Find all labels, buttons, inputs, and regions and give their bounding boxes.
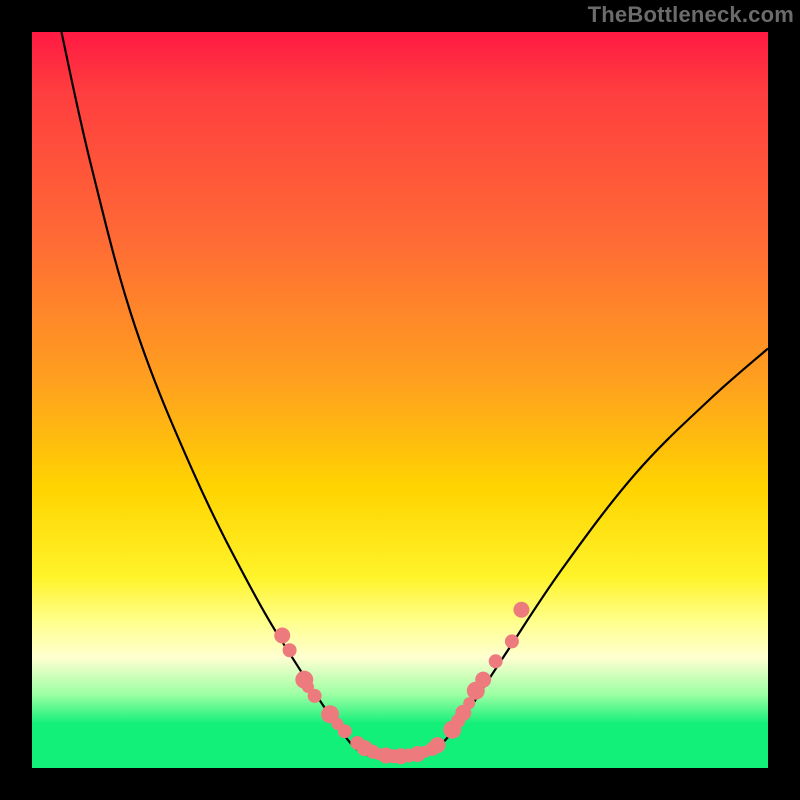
data-point — [274, 628, 290, 644]
chart-frame: TheBottleneck.com — [0, 0, 800, 800]
watermark-text: TheBottleneck.com — [588, 2, 794, 28]
data-point — [308, 689, 322, 703]
bottleneck-curve — [61, 32, 768, 757]
bottleneck-curve-svg — [32, 32, 768, 768]
plot-area — [32, 32, 768, 768]
data-point — [475, 672, 491, 688]
data-point — [489, 654, 503, 668]
marker-group — [274, 602, 529, 764]
data-point — [513, 602, 529, 618]
data-point — [338, 724, 352, 738]
data-point — [505, 634, 519, 648]
curve-group — [61, 32, 768, 757]
data-point — [430, 737, 446, 753]
data-point — [283, 643, 297, 657]
